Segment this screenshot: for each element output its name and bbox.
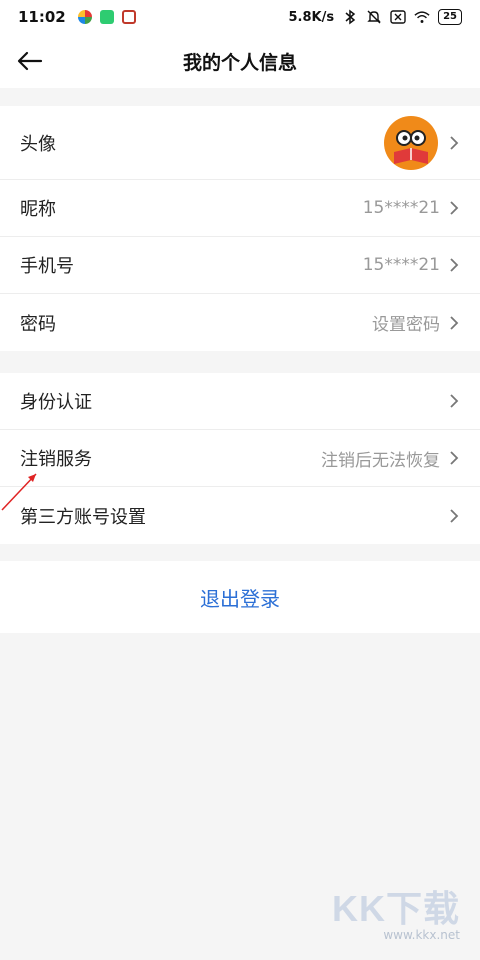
phone-label: 手机号 bbox=[20, 256, 74, 277]
chevron-right-icon bbox=[448, 314, 460, 332]
status-time: 11:02 bbox=[18, 8, 66, 26]
phone-row[interactable]: 手机号 15****21 bbox=[0, 237, 480, 294]
back-arrow-icon[interactable] bbox=[14, 46, 46, 76]
chevron-right-icon bbox=[448, 199, 460, 217]
identity-verification-label: 身份认证 bbox=[20, 392, 92, 413]
sim-off-icon bbox=[390, 9, 406, 25]
password-row[interactable]: 密码 设置密码 bbox=[0, 294, 480, 351]
header: 我的个人信息 bbox=[0, 34, 480, 88]
network-speed: 5.8K/s bbox=[288, 9, 335, 25]
chevron-right-icon bbox=[448, 449, 460, 467]
nickname-row[interactable]: 昵称 15****21 bbox=[0, 180, 480, 237]
app-icon-1 bbox=[77, 10, 92, 24]
bluetooth-icon bbox=[342, 9, 358, 25]
mute-icon bbox=[366, 9, 382, 25]
chevron-right-icon bbox=[448, 134, 460, 152]
logout-button[interactable]: 退出登录 bbox=[0, 561, 480, 633]
third-party-accounts-row[interactable]: 第三方账号设置 bbox=[0, 487, 480, 544]
page-title: 我的个人信息 bbox=[182, 51, 297, 74]
account-cancellation-row[interactable]: 注销服务 注销后无法恢复 bbox=[0, 430, 480, 487]
chevron-right-icon bbox=[448, 507, 460, 525]
annotation-arrow bbox=[1, 473, 37, 511]
password-value: 设置密码 bbox=[372, 315, 440, 335]
phone-value: 15****21 bbox=[362, 255, 440, 275]
chevron-right-icon bbox=[448, 392, 460, 410]
notification-app-icons bbox=[77, 10, 136, 24]
battery-icon: 25 bbox=[438, 9, 462, 25]
nickname-value: 15****21 bbox=[362, 198, 440, 218]
logout-label: 退出登录 bbox=[200, 586, 280, 611]
password-label: 密码 bbox=[20, 313, 56, 335]
watermark: KK下载 www.kkx.net bbox=[332, 880, 460, 942]
profile-section: 头像 昵称 15****21 手机号 15****21 密码 设置密码 bbox=[0, 106, 480, 351]
avatar-row[interactable]: 头像 bbox=[0, 106, 480, 180]
app-icon-2 bbox=[99, 10, 114, 24]
status-bar: 11:02 5.8K/s 25 bbox=[0, 0, 480, 34]
wifi-icon bbox=[414, 9, 430, 25]
account-cancellation-value: 注销后无法恢复 bbox=[321, 450, 440, 471]
avatar bbox=[384, 115, 438, 170]
app-icon-3 bbox=[121, 10, 136, 24]
identity-verification-row[interactable]: 身份认证 bbox=[0, 373, 480, 430]
nickname-label: 昵称 bbox=[20, 199, 56, 220]
account-section: 身份认证 注销服务 注销后无法恢复 第三方账号设置 bbox=[0, 373, 480, 544]
chevron-right-icon bbox=[448, 256, 460, 274]
watermark-logo: KK下载 bbox=[332, 888, 460, 929]
avatar-label: 头像 bbox=[20, 133, 56, 155]
